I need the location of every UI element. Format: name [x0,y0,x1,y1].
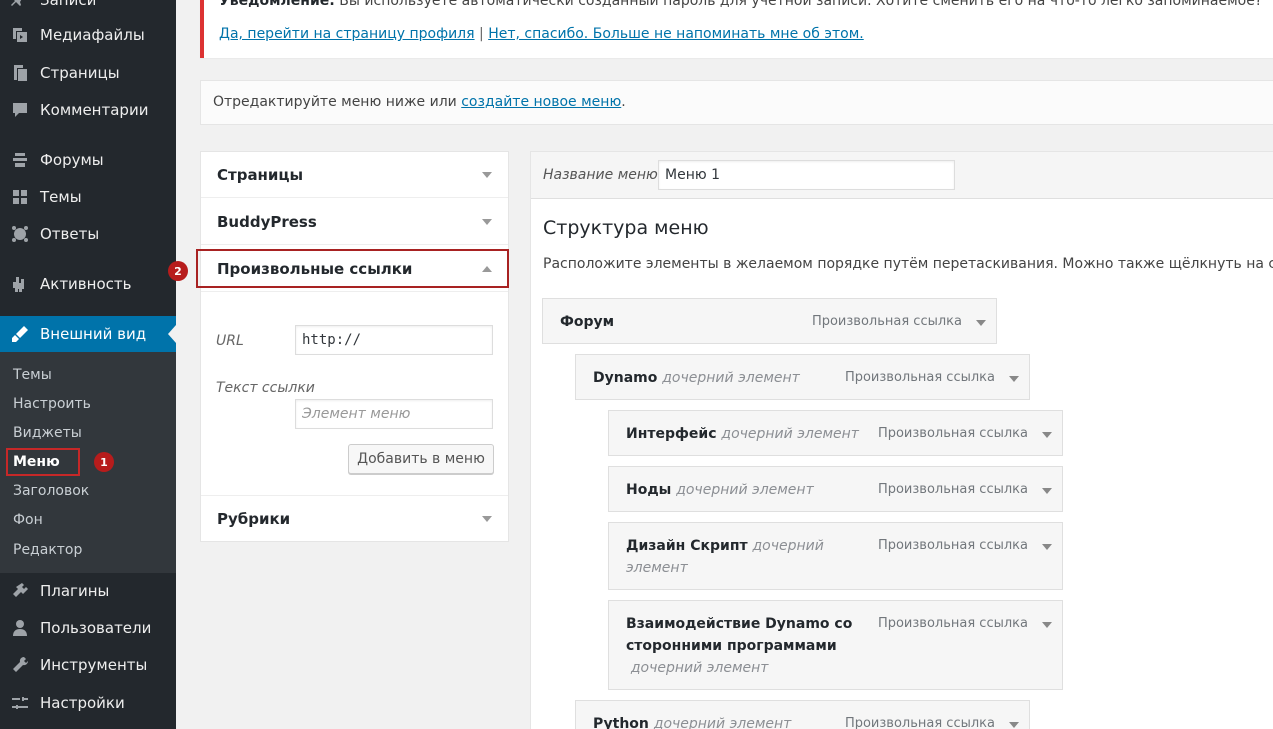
create-menu-link[interactable]: создайте новое меню [461,94,621,110]
chevron-down-icon[interactable] [976,320,986,326]
menu-editor: Название меню Меню 1 Структура меню Расп… [530,151,1273,729]
accordion-buddypress[interactable]: BuddyPress [201,199,508,245]
appearance-icon [0,324,40,344]
menu-name-input[interactable]: Меню 1 [658,160,955,190]
settings-icon [0,693,40,713]
sidebar-item-posts[interactable]: Записи [0,0,176,18]
sidebar-item-comments[interactable]: Комментарии [0,92,176,128]
url-input[interactable]: http:// [295,325,493,355]
link-text-label: Текст ссылки [216,380,315,396]
password-notice: Уведомление: Вы используете автоматическ… [200,0,1273,58]
menu-item-forum[interactable]: Форум Произвольная ссылка [542,298,997,344]
menu-item-interface[interactable]: Интерфейс дочерний элемент Произвольная … [608,410,1063,456]
submenu-item-themes[interactable]: Темы [13,367,52,383]
url-label: URL [216,333,244,349]
link-text-input[interactable]: Элемент меню [295,399,493,429]
menu-item-interop[interactable]: Взаимодействие Dynamo со сторонними прогр… [608,600,1063,690]
sidebar-item-tools[interactable]: Инструменты [0,647,176,683]
submenu-item-header[interactable]: Заголовок [13,483,89,499]
menu-items-accordion: Страницы BuddyPress Произвольные ссылки … [200,151,509,542]
highlight-menu-item [6,448,80,476]
notice-text: Уведомление: Вы используете автоматическ… [219,0,1263,9]
sidebar-item-plugins[interactable]: Плагины [0,573,176,609]
chevron-down-icon [482,516,492,522]
menu-editor-header: Название меню Меню 1 [531,152,1273,199]
menu-item-python[interactable]: Python дочерний элемент Произвольная ссы… [575,700,1030,729]
media-icon [0,25,40,45]
dismiss-link[interactable]: Нет, спасибо. Больше не напоминать мне о… [488,26,864,42]
chevron-down-icon [482,219,492,225]
menu-structure-description: Расположите элементы в желаемом порядке … [543,256,1273,272]
add-to-menu-button[interactable]: Добавить в меню [348,444,494,474]
submenu-item-background[interactable]: Фон [13,512,43,528]
chevron-down-icon[interactable] [1042,544,1052,550]
menu-item-design-script[interactable]: Дизайн Скрипт дочерний элемент Произвольн… [608,522,1063,590]
sidebar-item-appearance[interactable]: Внешний вид [0,316,176,352]
chevron-down-icon[interactable] [1042,622,1052,628]
submenu-item-editor[interactable]: Редактор [13,542,82,558]
notice-links: Да, перейти на страницу профиля | Нет, с… [219,26,864,42]
chevron-down-icon[interactable] [1042,488,1052,494]
wrench-icon [0,655,40,675]
chevron-down-icon[interactable] [1042,432,1052,438]
pin-icon [0,0,40,10]
accordion-pages[interactable]: Страницы [201,152,508,198]
profile-link[interactable]: Да, перейти на страницу профиля [219,26,475,42]
users-icon [0,618,40,638]
chevron-down-icon[interactable] [1009,722,1019,728]
manage-menus-bar: Отредактируйте меню ниже или создайте но… [200,80,1273,125]
sidebar-item-topics[interactable]: Темы [0,179,176,215]
sidebar-item-activity[interactable]: Активность [0,266,176,302]
submenu-item-widgets[interactable]: Виджеты [13,425,82,441]
comments-icon [0,100,40,120]
plugins-icon [0,581,40,601]
chevron-down-icon [482,172,492,178]
submenu-item-customize[interactable]: Настроить [13,396,91,412]
sidebar-item-replies[interactable]: Ответы [0,216,176,252]
sidebar-item-media[interactable]: Медиафайлы [0,17,176,53]
highlight-custom-links [196,249,509,288]
sidebar-item-pages[interactable]: Страницы [0,55,176,91]
activity-icon [0,274,40,294]
menu-item-nodes[interactable]: Ноды дочерний элемент Произвольная ссылк… [608,466,1063,512]
annotation-badge-2: 2 [168,261,188,281]
menu-item-dynamo[interactable]: Dynamo дочерний элемент Произвольная ссы… [575,354,1030,400]
admin-sidebar: Записи Медиафайлы Страницы Комментарии Ф… [0,0,176,729]
menu-structure-title: Структура меню [543,217,709,239]
sidebar-item-users[interactable]: Пользователи [0,610,176,646]
menu-name-label: Название меню [543,167,658,183]
pages-icon [0,63,40,83]
accordion-categories[interactable]: Рубрики [201,495,508,541]
topics-icon [0,187,40,207]
replies-icon [0,224,40,244]
sidebar-item-forums[interactable]: Форумы [0,142,176,178]
manage-menus-text: Отредактируйте меню ниже или создайте но… [213,94,626,110]
forums-icon [0,150,40,170]
annotation-badge-1: 1 [94,452,114,472]
chevron-down-icon[interactable] [1009,376,1019,382]
sidebar-item-settings[interactable]: Настройки [0,685,176,721]
